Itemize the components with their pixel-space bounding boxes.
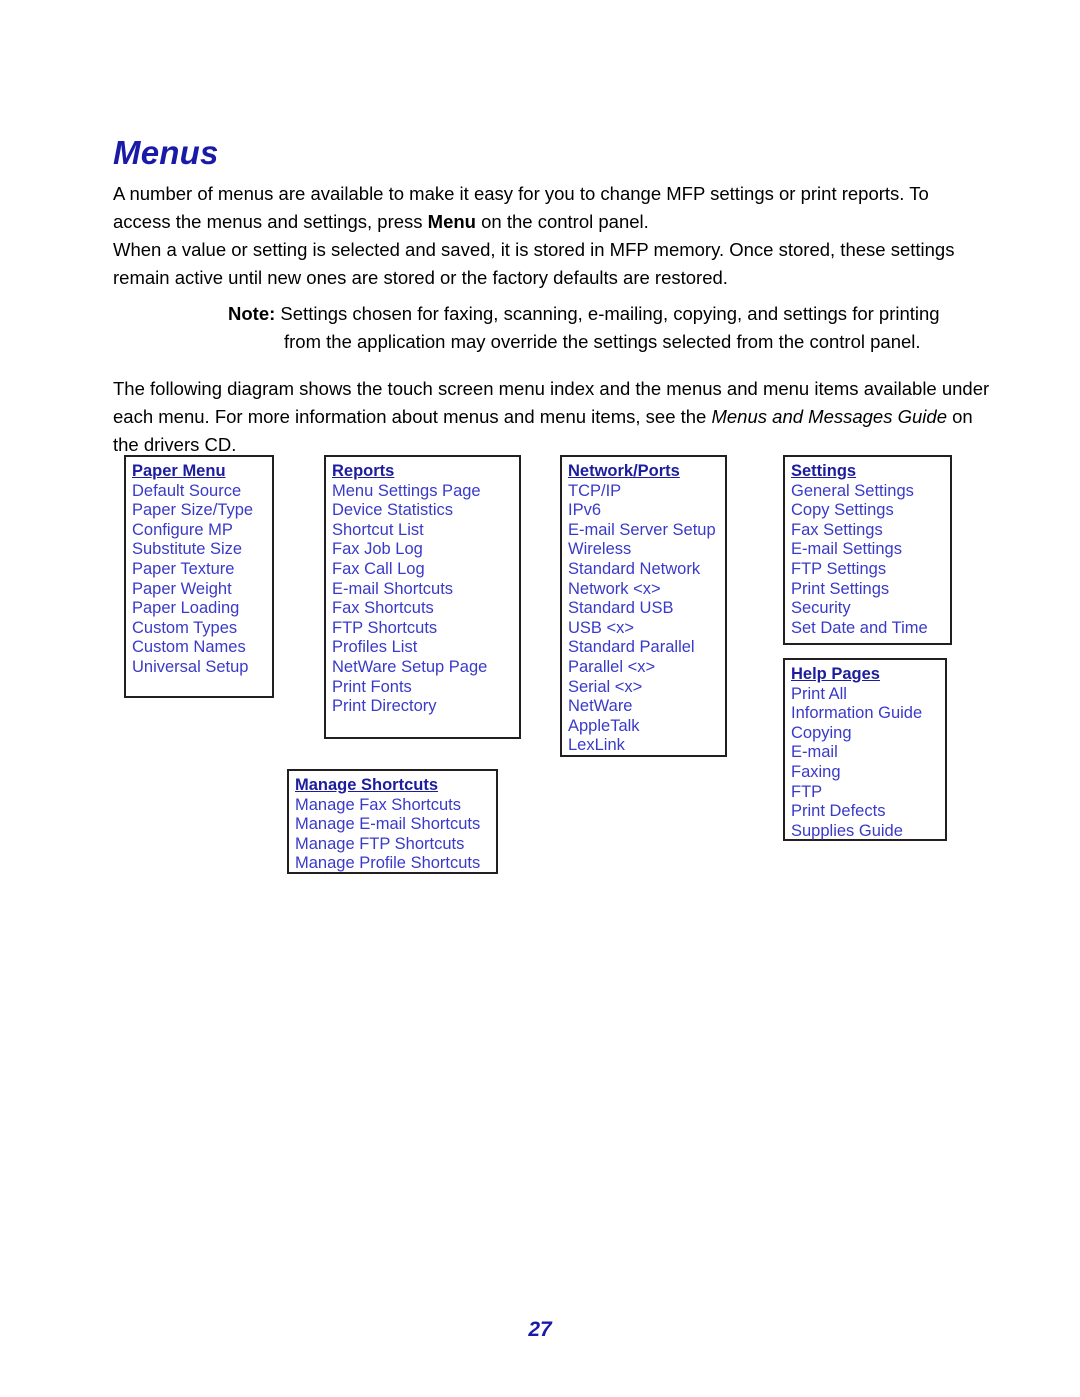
menu-item[interactable]: Manage Profile Shortcuts [295, 854, 496, 874]
intro-paragraph-1-text-b: on the control panel. [475, 211, 649, 232]
menu-item[interactable]: Print Settings [791, 580, 950, 600]
menu-item[interactable]: Copy Settings [791, 501, 950, 521]
menu-item[interactable]: Network <x> [568, 580, 725, 600]
menu-item[interactable]: Set Date and Time [791, 619, 950, 639]
menu-box-reports[interactable]: Reports Menu Settings Page Device Statis… [324, 455, 521, 739]
page-title: Menus [113, 134, 219, 172]
guide-title-italic: Menus and Messages Guide [711, 406, 947, 427]
menu-item[interactable]: LexLink [568, 736, 725, 756]
menu-item[interactable]: Manage Fax Shortcuts [295, 796, 496, 816]
menu-item[interactable]: Standard USB [568, 599, 725, 619]
menu-item[interactable]: Custom Names [132, 638, 272, 658]
menu-box-manage-shortcuts[interactable]: Manage Shortcuts Manage Fax Shortcuts Ma… [287, 769, 498, 874]
note-block: Note: Settings chosen for faxing, scanni… [113, 300, 988, 356]
menu-item[interactable]: Default Source [132, 482, 272, 502]
menu-item[interactable]: Faxing [791, 763, 945, 783]
menu-box-header: Settings [791, 462, 857, 480]
menu-box-paper-menu[interactable]: Paper Menu Default Source Paper Size/Typ… [124, 455, 274, 698]
menu-item[interactable]: Fax Call Log [332, 560, 519, 580]
intro-paragraph-3: The following diagram shows the touch sc… [113, 375, 993, 459]
menu-item[interactable]: Paper Loading [132, 599, 272, 619]
menu-item[interactable]: Information Guide [791, 704, 945, 724]
menu-item[interactable]: USB <x> [568, 619, 725, 639]
menu-box-header: Paper Menu [132, 462, 226, 480]
menu-item[interactable]: AppleTalk [568, 717, 725, 737]
menu-item[interactable]: Print Fonts [332, 678, 519, 698]
menu-item[interactable]: Standard Parallel [568, 638, 725, 658]
menu-item[interactable]: FTP Shortcuts [332, 619, 519, 639]
note-line-2-text: from the application may override the se… [284, 331, 921, 352]
menu-item[interactable]: Paper Weight [132, 580, 272, 600]
menu-item[interactable]: TCP/IP [568, 482, 725, 502]
menu-item[interactable]: Paper Texture [132, 560, 272, 580]
menu-item[interactable]: IPv6 [568, 501, 725, 521]
menu-item[interactable]: Manage FTP Shortcuts [295, 835, 496, 855]
menu-item[interactable]: Menu Settings Page [332, 482, 519, 502]
menu-item[interactable]: Manage E-mail Shortcuts [295, 815, 496, 835]
menu-item[interactable]: Supplies Guide [791, 822, 945, 842]
menu-item[interactable]: Parallel <x> [568, 658, 725, 678]
menu-item[interactable]: Print All [791, 685, 945, 705]
menu-item[interactable]: Fax Shortcuts [332, 599, 519, 619]
intro-paragraph-1: A number of menus are available to make … [113, 180, 988, 236]
menu-item[interactable]: Print Directory [332, 697, 519, 717]
menu-item[interactable]: FTP Settings [791, 560, 950, 580]
menu-item[interactable]: NetWare [568, 697, 725, 717]
menu-item[interactable]: Security [791, 599, 950, 619]
menu-item[interactable]: Copying [791, 724, 945, 744]
menu-item[interactable]: Paper Size/Type [132, 501, 272, 521]
menu-item[interactable]: Device Statistics [332, 501, 519, 521]
menu-item[interactable]: FTP [791, 783, 945, 803]
menu-item[interactable]: NetWare Setup Page [332, 658, 519, 678]
menu-item[interactable]: Print Defects [791, 802, 945, 822]
menu-box-network-ports[interactable]: Network/Ports TCP/IP IPv6 E-mail Server … [560, 455, 727, 757]
menu-item[interactable]: Profiles List [332, 638, 519, 658]
menu-item[interactable]: Wireless [568, 540, 725, 560]
menu-item[interactable]: E-mail [791, 743, 945, 763]
intro-paragraph-2: When a value or setting is selected and … [113, 239, 955, 288]
menu-item[interactable]: E-mail Server Setup [568, 521, 725, 541]
menu-item[interactable]: Fax Job Log [332, 540, 519, 560]
page-number: 27 [528, 1318, 552, 1341]
menu-item[interactable]: General Settings [791, 482, 950, 502]
document-page: Menus A number of menus are available to… [0, 0, 1080, 1397]
menu-keyword-bold: Menu [427, 211, 476, 232]
menu-item[interactable]: Shortcut List [332, 521, 519, 541]
note-row-2: from the application may override the se… [113, 328, 988, 356]
menu-item[interactable]: Serial <x> [568, 678, 725, 698]
note-text-line-1: Note: Settings chosen for faxing, scanni… [228, 300, 988, 328]
menu-item[interactable]: Custom Types [132, 619, 272, 639]
menu-item[interactable]: Fax Settings [791, 521, 950, 541]
menu-box-help-pages[interactable]: Help Pages Print All Information Guide C… [783, 658, 947, 841]
menu-item[interactable]: E-mail Settings [791, 540, 950, 560]
note-row-1: Note: Settings chosen for faxing, scanni… [113, 300, 988, 328]
menu-box-header: Network/Ports [568, 462, 680, 480]
menu-box-header: Help Pages [791, 665, 880, 683]
menu-item[interactable]: E-mail Shortcuts [332, 580, 519, 600]
menu-item[interactable]: Substitute Size [132, 540, 272, 560]
menu-box-settings[interactable]: Settings General Settings Copy Settings … [783, 455, 952, 645]
note-line-1-text: Settings chosen for faxing, scanning, e-… [275, 303, 940, 324]
note-label: Note: [228, 303, 276, 324]
note-text-line-2: from the application may override the se… [228, 328, 988, 356]
menu-item[interactable]: Universal Setup [132, 658, 272, 678]
menu-box-header: Reports [332, 462, 395, 480]
menu-item[interactable]: Standard Network [568, 560, 725, 580]
menu-item[interactable]: Configure MP [132, 521, 272, 541]
menu-box-header: Manage Shortcuts [295, 776, 439, 794]
